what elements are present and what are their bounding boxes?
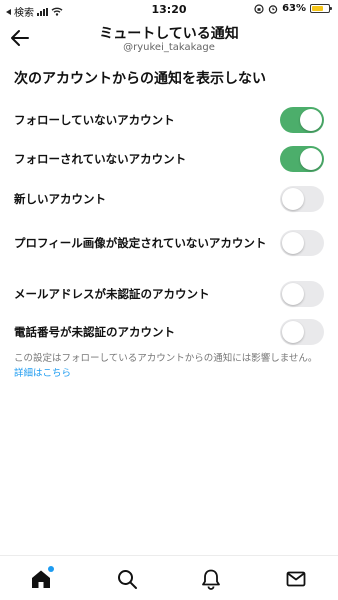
setting-label: 新しいアカウント: [14, 191, 106, 206]
mail-icon: [286, 571, 306, 587]
setting-row-not-followers[interactable]: フォローされていないアカウント: [14, 146, 324, 172]
page-title: ミュートしている通知: [99, 26, 239, 42]
setting-row-new-accounts[interactable]: 新しいアカウント: [14, 186, 324, 212]
header: ミュートしている通知 @ryukei_takakage: [0, 20, 338, 60]
search-icon: [118, 570, 137, 589]
setting-label: メールアドレスが未認証のアカウント: [14, 286, 210, 301]
note-text: この設定はフォローしているアカウントからの通知には影響しません。: [14, 353, 318, 364]
toggle-switch[interactable]: [280, 230, 324, 256]
section-title: 次のアカウントからの通知を表示しない: [14, 71, 266, 87]
toggle-switch[interactable]: [280, 107, 324, 133]
tab-bar: [0, 555, 338, 600]
tab-search[interactable]: [116, 568, 138, 590]
setting-label: フォローしていないアカウント: [14, 112, 175, 127]
setting-row-not-following[interactable]: フォローしていないアカウント: [14, 107, 324, 133]
account-handle: @ryukei_takakage: [123, 42, 215, 53]
status-bar: 検索 13:20 63%: [0, 0, 338, 20]
notification-dot: [48, 566, 54, 572]
setting-label: 電話番号が未認証のアカウント: [14, 324, 175, 339]
toggle-switch[interactable]: [280, 281, 324, 307]
alarm-icon: [268, 4, 278, 14]
toggle-switch[interactable]: [280, 319, 324, 345]
tab-notifications[interactable]: [200, 568, 222, 590]
setting-label: プロフィール画像が設定されていないアカウント: [14, 235, 267, 250]
learn-more-link[interactable]: 詳細はこちら: [14, 368, 71, 379]
setting-row-default-profile-photo[interactable]: プロフィール画像が設定されていないアカウント: [14, 230, 324, 256]
setting-row-unconfirmed-email[interactable]: メールアドレスが未認証のアカウント: [14, 281, 324, 307]
orientation-lock-icon: [254, 3, 264, 14]
battery-percent: 63%: [282, 3, 306, 14]
bell-icon: [202, 569, 220, 590]
status-bar-right: 63%: [254, 3, 332, 14]
tab-home[interactable]: [30, 566, 54, 590]
settings-note: この設定はフォローしているアカウントからの通知には影響しません。 詳細はこちら: [14, 351, 326, 381]
setting-label: フォローされていないアカウント: [14, 151, 187, 166]
battery-icon: [310, 4, 332, 13]
toggle-switch[interactable]: [280, 146, 324, 172]
tab-messages[interactable]: [285, 568, 307, 590]
toggle-switch[interactable]: [280, 186, 324, 212]
setting-row-unconfirmed-phone[interactable]: 電話番号が未認証のアカウント: [14, 319, 324, 345]
